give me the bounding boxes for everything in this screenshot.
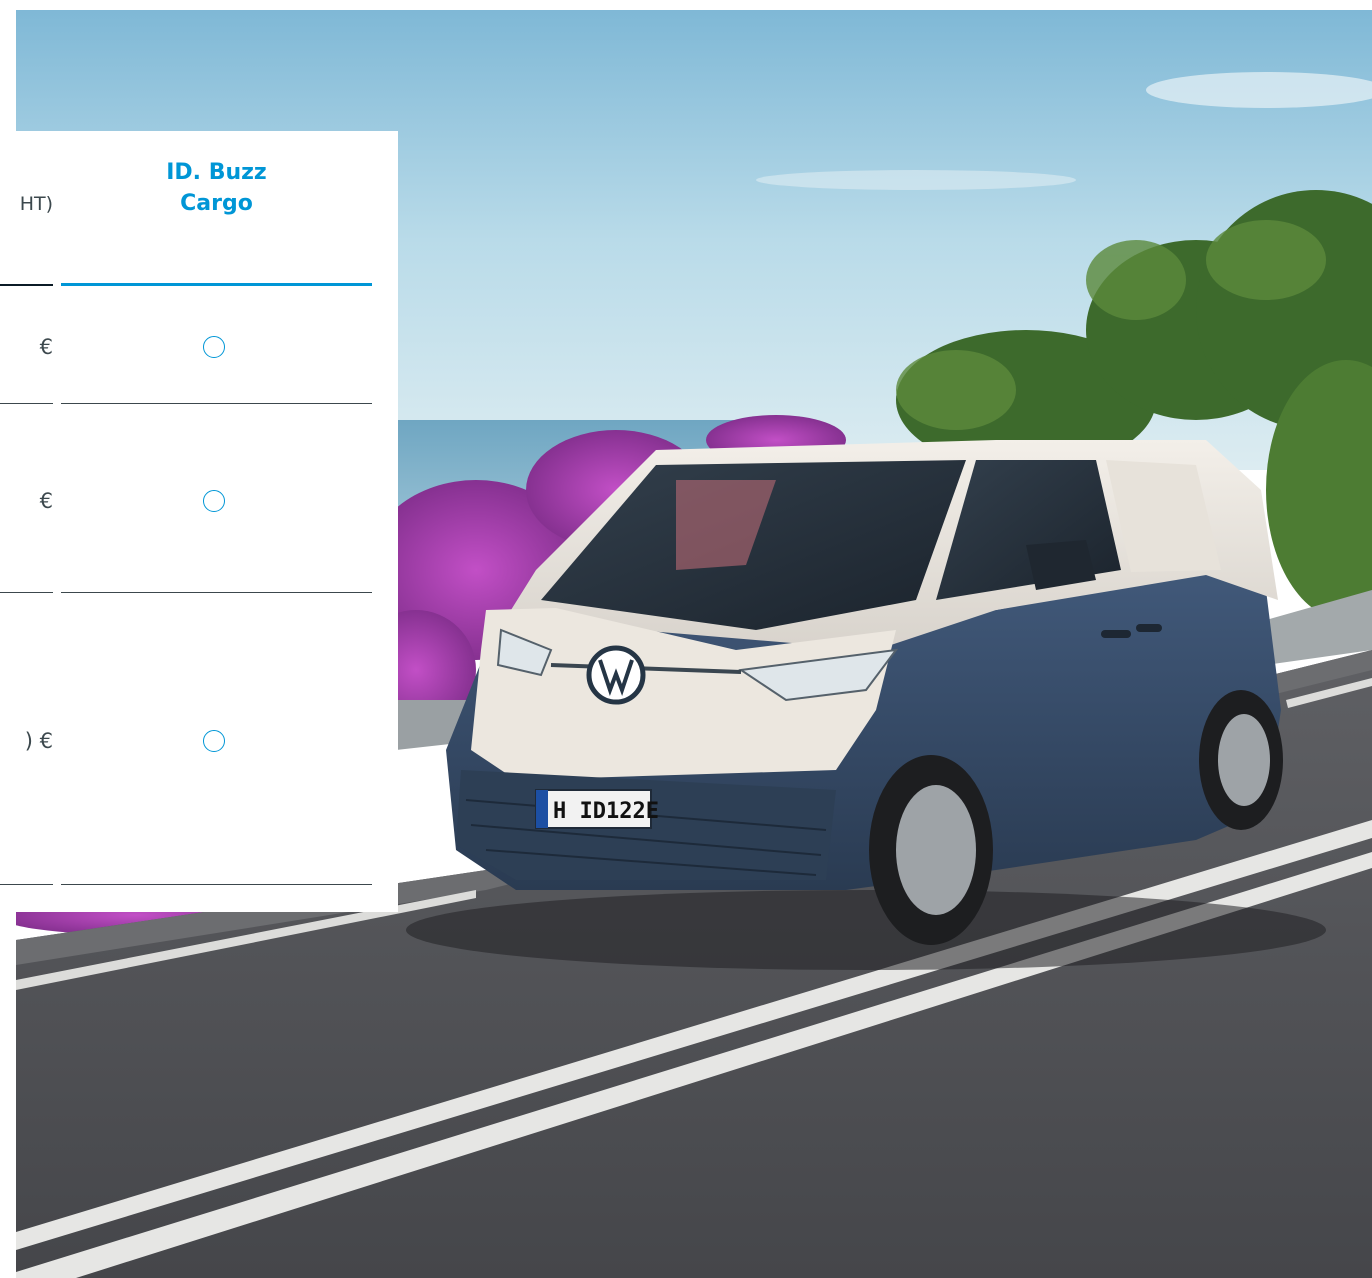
- page: H ID122E HT) € € ) € ID. Buzz Cargo: [0, 0, 1372, 1278]
- row-divider: [61, 592, 372, 593]
- row-divider: [0, 884, 53, 885]
- option-radio-3[interactable]: [203, 730, 225, 752]
- column-title-line-2: Cargo: [180, 191, 253, 216]
- option-radio-2[interactable]: [203, 490, 225, 512]
- id-buzz-cargo-column: ID. Buzz Cargo: [61, 131, 372, 912]
- previous-column-clip: HT) € € ) €: [0, 131, 55, 912]
- previous-column-header: HT): [19, 193, 53, 215]
- license-plate-text: H ID122E: [553, 799, 659, 824]
- row-divider: [0, 403, 53, 404]
- previous-price-2: €: [39, 489, 53, 513]
- row-divider: [0, 592, 53, 593]
- previous-price-3: ) €: [24, 729, 53, 753]
- previous-column-header-rule: [0, 284, 53, 286]
- comparison-card: HT) € € ) € ID. Buzz Cargo: [0, 131, 398, 912]
- previous-column: HT) € € ) €: [0, 131, 53, 912]
- option-radio-1[interactable]: [203, 336, 225, 358]
- column-header-rule: [61, 283, 372, 286]
- column-title: ID. Buzz Cargo: [61, 157, 372, 219]
- previous-price-1: €: [39, 335, 53, 359]
- column-title-line-1: ID. Buzz: [166, 160, 267, 185]
- row-divider: [61, 884, 372, 885]
- row-divider: [61, 403, 372, 404]
